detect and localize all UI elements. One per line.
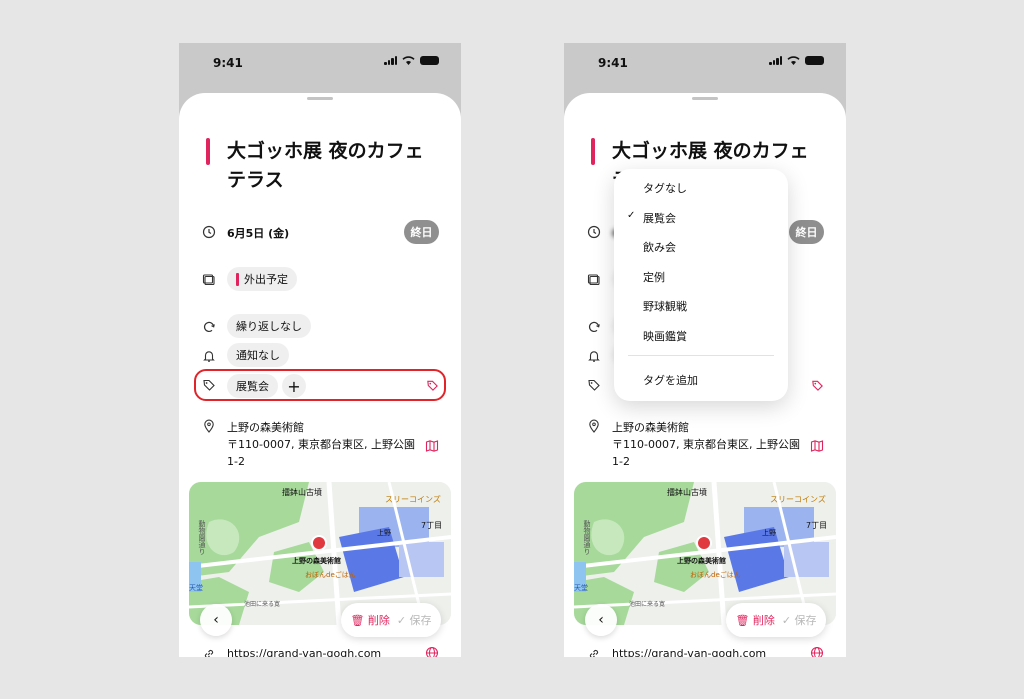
all-day-toggle[interactable]: 終日 bbox=[404, 220, 439, 244]
map-icon[interactable] bbox=[425, 439, 439, 453]
calendar-color-bar bbox=[206, 138, 210, 165]
calendar-icon bbox=[587, 273, 601, 287]
location-pin-icon bbox=[587, 419, 601, 433]
repeat-chip[interactable]: 繰り返しなし bbox=[227, 314, 311, 338]
map-label-7chome: 7丁目 bbox=[806, 521, 828, 530]
location-address: 〒110-0007, 東京都台東区, 上野公園1-2 bbox=[227, 438, 415, 468]
link-icon bbox=[202, 647, 216, 657]
wifi-icon bbox=[402, 56, 415, 65]
map-label-tendo: 天堂 bbox=[189, 584, 203, 592]
all-day-toggle[interactable]: 終日 bbox=[789, 220, 824, 244]
delete-label: 削除 bbox=[752, 614, 775, 627]
map-pin-icon bbox=[311, 535, 327, 551]
globe-icon[interactable] bbox=[425, 646, 439, 657]
battery-icon bbox=[420, 56, 439, 65]
tag-dropdown-menu: タグなし ✓ 展覧会 飲み会 定例 野球観戦 映画鑑賞 タグを追加 bbox=[614, 169, 788, 401]
check-icon: ✓ bbox=[781, 614, 792, 627]
map-icon[interactable] bbox=[810, 439, 824, 453]
save-label: 保存 bbox=[409, 614, 432, 627]
repeat-icon bbox=[202, 320, 216, 334]
signal-icon bbox=[769, 56, 782, 65]
delete-button[interactable]: 🗑 削除 bbox=[735, 612, 774, 628]
map-pin-icon bbox=[696, 535, 712, 551]
back-button[interactable]: ‹ bbox=[585, 604, 617, 636]
clock-icon bbox=[202, 225, 216, 239]
tag-option-regular[interactable]: 定例 bbox=[643, 269, 665, 285]
tag-picker-icon[interactable] bbox=[811, 379, 824, 392]
map-label-7chome: 7丁目 bbox=[421, 521, 443, 530]
checkmark-icon: ✓ bbox=[627, 210, 636, 221]
status-time: 9:41 bbox=[213, 56, 243, 70]
calendar-color-bar bbox=[591, 138, 595, 165]
location-text[interactable]: 上野の森美術館 〒110-0007, 東京都台東区, 上野公園1-2 bbox=[612, 419, 807, 470]
back-button[interactable]: ‹ bbox=[200, 604, 232, 636]
phone-left: 9:41 大ゴッホ展 夜のカフェテラス 6月5日 (金) 終日 外出予定 繰り返… bbox=[179, 43, 461, 657]
link-icon bbox=[587, 647, 601, 657]
location-text[interactable]: 上野の森美術館 〒110-0007, 東京都台東区, 上野公園1-2 bbox=[227, 419, 422, 470]
location-name: 上野の森美術館 bbox=[612, 421, 689, 434]
location-name: 上野の森美術館 bbox=[227, 421, 304, 434]
calendar-color-swatch bbox=[236, 272, 239, 286]
delete-button[interactable]: 🗑 削除 bbox=[350, 612, 389, 628]
action-bar: 🗑 削除 ✓ 保存 bbox=[341, 603, 441, 637]
event-date[interactable]: 6月5日 (金) bbox=[227, 225, 289, 241]
location-pin-icon bbox=[202, 419, 216, 433]
dropdown-divider bbox=[628, 355, 774, 356]
save-button[interactable]: ✓ 保存 bbox=[782, 612, 817, 628]
tag-option-movie[interactable]: 映画鑑賞 bbox=[643, 328, 687, 344]
map-label-tendo: 天堂 bbox=[574, 584, 588, 592]
tag-option-none[interactable]: タグなし bbox=[643, 180, 687, 196]
map-label-ikeda: 池田に来る寛 bbox=[629, 601, 666, 608]
globe-icon[interactable] bbox=[810, 646, 824, 657]
tag-option-baseball[interactable]: 野球観戦 bbox=[643, 298, 687, 314]
tag-icon bbox=[587, 378, 601, 392]
calendar-chip[interactable]: 外出予定 bbox=[227, 267, 297, 291]
map-label-zoo-street: 動物園通り bbox=[198, 520, 206, 555]
trash-icon: 🗑 bbox=[735, 614, 750, 627]
check-icon: ✓ bbox=[396, 614, 407, 627]
status-bar: 9:41 bbox=[179, 43, 461, 83]
save-label: 保存 bbox=[794, 614, 817, 627]
map-label-threecoins: スリーコインズ bbox=[385, 495, 441, 504]
bell-icon bbox=[587, 349, 601, 363]
delete-label: 削除 bbox=[367, 614, 390, 627]
event-title[interactable]: 大ゴッホ展 夜のカフェテラス bbox=[227, 137, 437, 195]
save-button[interactable]: ✓ 保存 bbox=[397, 612, 432, 628]
battery-icon bbox=[805, 56, 824, 65]
status-bar: 9:41 bbox=[564, 43, 846, 83]
event-url[interactable]: https://grand-van-gogh.com bbox=[227, 647, 381, 657]
map-label-threecoins: スリーコインズ bbox=[770, 495, 826, 504]
map-label-ikeda: 池田に来る寛 bbox=[244, 601, 281, 608]
location-address: 〒110-0007, 東京都台東区, 上野公園1-2 bbox=[612, 438, 800, 468]
tag-option-drinks[interactable]: 飲み会 bbox=[643, 239, 676, 255]
clock-icon bbox=[587, 225, 601, 239]
sheet-handle[interactable] bbox=[307, 97, 333, 100]
status-icons bbox=[384, 56, 439, 65]
calendar-icon bbox=[202, 273, 216, 287]
event-url[interactable]: https://grand-van-gogh.com bbox=[612, 647, 766, 657]
action-bar: 🗑 削除 ✓ 保存 bbox=[726, 603, 826, 637]
map-label-museum: 上野の森美術館 bbox=[292, 557, 341, 565]
map-label-ueno-station: 上野 bbox=[377, 529, 391, 537]
map-label-ueno-station: 上野 bbox=[762, 529, 776, 537]
calendar-label: 外出予定 bbox=[244, 273, 288, 286]
map-label-obon: おぼんdeごはん bbox=[305, 571, 356, 579]
wifi-icon bbox=[787, 56, 800, 65]
trash-icon: 🗑 bbox=[350, 614, 365, 627]
status-icons bbox=[769, 56, 824, 65]
signal-icon bbox=[384, 56, 397, 65]
status-time: 9:41 bbox=[598, 56, 628, 70]
map-label-kofun: 擂鉢山古墳 bbox=[667, 488, 707, 497]
add-tag-menu-item[interactable]: タグを追加 bbox=[643, 372, 698, 388]
map-label-kofun: 擂鉢山古墳 bbox=[282, 488, 322, 497]
tag-row-highlight bbox=[194, 369, 446, 401]
notification-chip[interactable]: 通知なし bbox=[227, 343, 289, 367]
sheet-handle[interactable] bbox=[692, 97, 718, 100]
bell-icon bbox=[202, 349, 216, 363]
map-label-museum: 上野の森美術館 bbox=[677, 557, 726, 565]
tag-option-exhibition[interactable]: 展覧会 bbox=[643, 210, 676, 226]
map-label-zoo-street: 動物園通り bbox=[583, 520, 591, 555]
repeat-icon bbox=[587, 320, 601, 334]
map-label-obon: おぼんdeごはん bbox=[690, 571, 741, 579]
